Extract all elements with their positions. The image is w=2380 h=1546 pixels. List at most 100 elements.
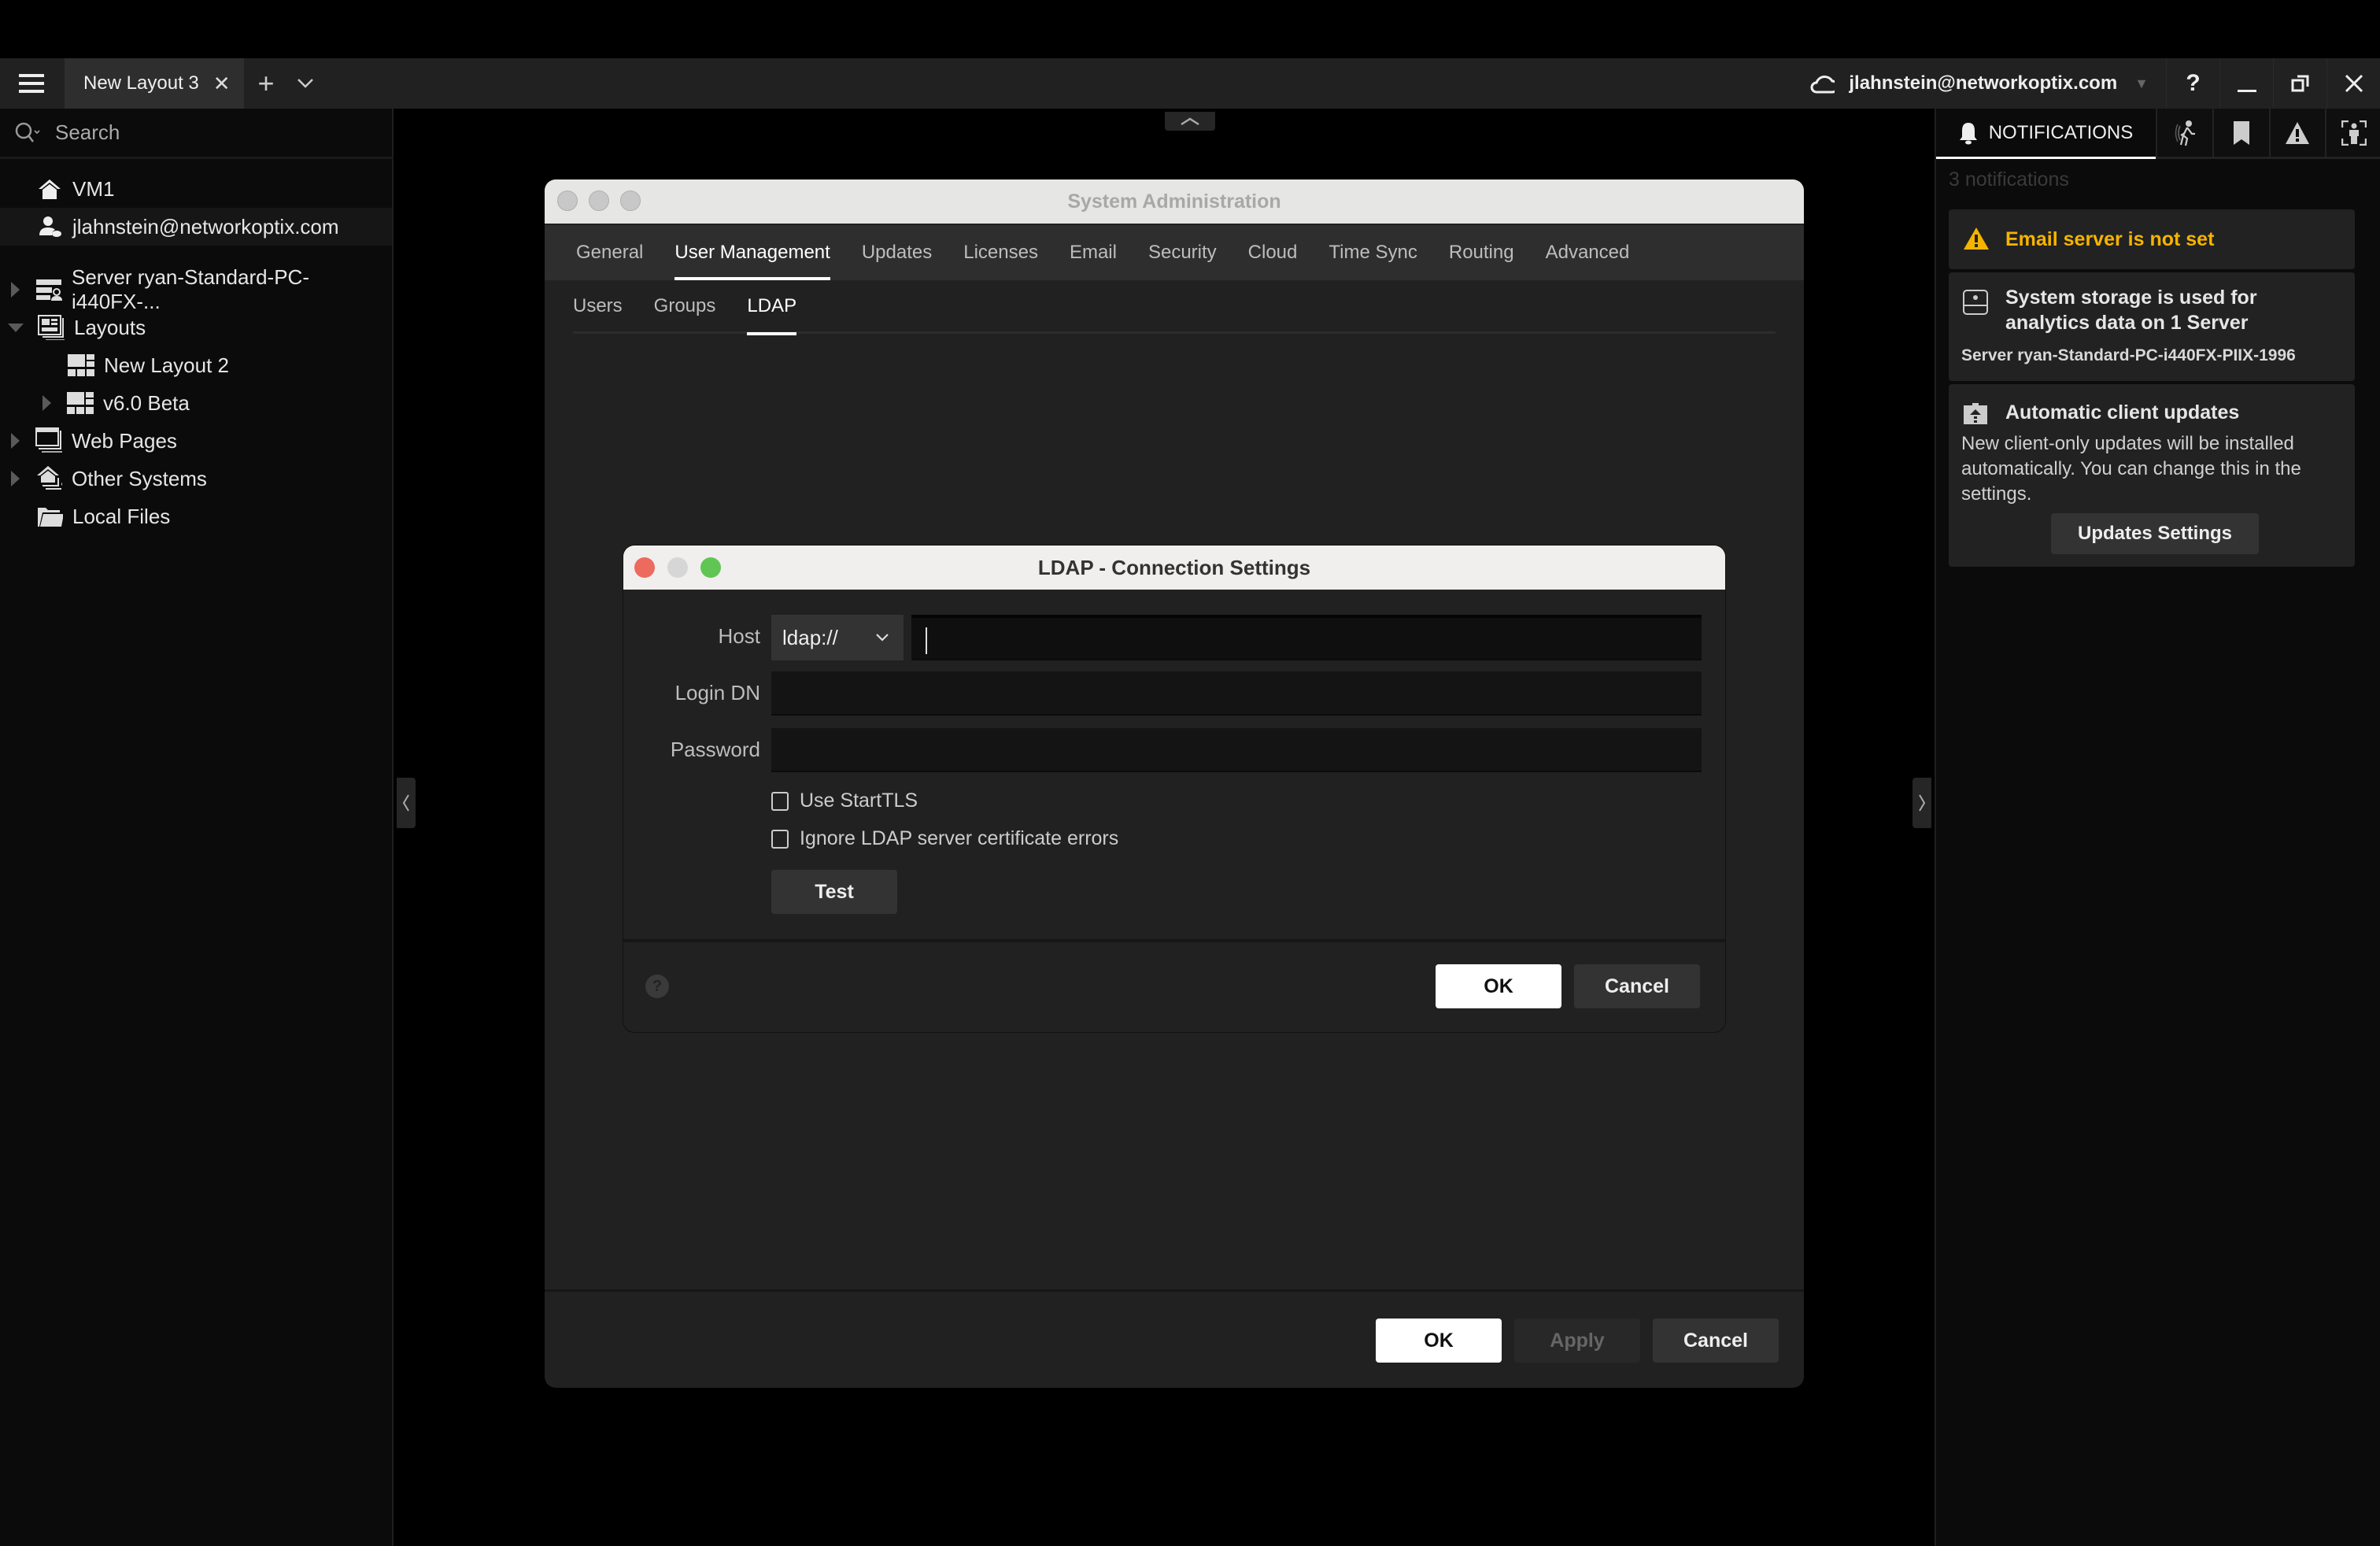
tree-item-label: Layouts <box>74 315 146 339</box>
notification-card-updates[interactable]: Automatic client updates New client-only… <box>1949 384 2355 567</box>
tab-time-sync[interactable]: Time Sync <box>1329 225 1417 280</box>
login-dn-input[interactable] <box>771 671 1702 716</box>
tree-item-other-systems[interactable]: Other Systems <box>0 460 392 497</box>
checkbox-box[interactable] <box>771 829 789 849</box>
resource-tree-panel: Search VM1 jlahnstein@networkoptix.com S… <box>0 109 394 1546</box>
motion-icon <box>2175 120 2195 146</box>
search-icon <box>15 122 40 142</box>
tab-general[interactable]: General <box>576 225 643 280</box>
tree-item-label: Other Systems <box>72 466 207 490</box>
close-window-button[interactable] <box>2326 58 2380 109</box>
tree-item-system[interactable]: VM1 <box>0 170 392 208</box>
tree-item-v6-beta[interactable]: v6.0 Beta <box>0 384 392 422</box>
ldap-cancel-button[interactable]: Cancel <box>1574 964 1700 1008</box>
tab-advanced[interactable]: Advanced <box>1546 225 1630 280</box>
tab-list-button[interactable] <box>290 58 321 109</box>
notification-count: 3 notifications <box>1949 168 2069 190</box>
subtab-ldap[interactable]: LDAP <box>747 279 796 335</box>
account-email: jlahnstein@networkoptix.com <box>1849 72 2118 94</box>
search-input[interactable]: Search <box>55 120 120 145</box>
tree-item-server[interactable]: Server ryan-Standard-PC-i440FX-... <box>0 265 392 313</box>
expand-arrow-icon[interactable] <box>42 395 51 411</box>
collapse-arrow-icon[interactable] <box>8 323 24 332</box>
main-menu-button[interactable] <box>0 58 63 109</box>
tab-new-layout-3[interactable]: New Layout 3 ✕ <box>65 58 244 109</box>
checkbox-box[interactable] <box>771 791 789 811</box>
folder-icon <box>36 504 63 529</box>
bell-icon <box>1959 122 1977 144</box>
tab-notifications[interactable]: NOTIFICATIONS <box>1936 109 2156 159</box>
tree-item-local-files[interactable]: Local Files <box>0 497 392 535</box>
layouts-icon <box>38 315 65 340</box>
host-input[interactable] <box>911 615 1702 660</box>
dialog-window-controls <box>634 557 721 578</box>
help-icon: ? <box>2186 70 2201 96</box>
tree-item-web-pages[interactable]: Web Pages <box>0 422 392 460</box>
right-panel-tabs: NOTIFICATIONS <box>1936 109 2380 159</box>
close-tab-icon[interactable]: ✕ <box>213 72 231 96</box>
add-tab-button[interactable]: + <box>250 58 282 109</box>
tree-item-layouts[interactable]: Layouts <box>0 309 392 346</box>
object-detection-icon <box>2341 120 2367 146</box>
zoom-dialog-dot[interactable] <box>700 557 721 578</box>
tab-bookmarks[interactable] <box>2212 109 2269 159</box>
tab-routing[interactable]: Routing <box>1449 225 1514 280</box>
tab-cloud[interactable]: Cloud <box>1248 225 1298 280</box>
ok-button[interactable]: OK <box>1376 1319 1502 1363</box>
tree-item-new-layout-2[interactable]: New Layout 2 <box>0 346 392 384</box>
updates-settings-button[interactable]: Updates Settings <box>2051 513 2259 554</box>
subtab-users[interactable]: Users <box>573 279 623 333</box>
tab-licenses[interactable]: Licenses <box>963 225 1038 280</box>
server-icon <box>35 277 62 302</box>
storage-icon <box>1963 290 1988 315</box>
tab-updates[interactable]: Updates <box>862 225 932 280</box>
web-pages-icon <box>35 427 62 453</box>
tab-user-management[interactable]: User Management <box>674 225 831 280</box>
tree-item-label: Server ryan-Standard-PC-i440FX-... <box>72 265 309 313</box>
expand-arrow-icon[interactable] <box>11 282 20 298</box>
timeline-toggle-button[interactable] <box>1165 112 1215 131</box>
search-box[interactable]: Search <box>0 109 394 159</box>
notification-card-storage[interactable]: System storage is used for analytics dat… <box>1949 272 2355 381</box>
cancel-button[interactable]: Cancel <box>1653 1319 1779 1363</box>
subtab-groups[interactable]: Groups <box>654 279 716 333</box>
help-button[interactable]: ? <box>2166 58 2219 109</box>
zoom-window-dot[interactable] <box>620 190 641 211</box>
minimize-dialog-dot[interactable] <box>667 557 688 578</box>
scheme-select[interactable]: ldap:// <box>771 615 904 660</box>
minimize-window-dot[interactable] <box>589 190 609 211</box>
tree-item-label: VM1 <box>72 176 115 201</box>
restore-button[interactable] <box>2273 58 2326 109</box>
test-button[interactable]: Test <box>771 870 897 914</box>
right-panel-toggle-button[interactable] <box>1913 778 1931 828</box>
tab-email[interactable]: Email <box>1070 225 1117 280</box>
password-input[interactable] <box>771 728 1702 772</box>
window-title-bar[interactable]: System Administration <box>545 179 1804 224</box>
minimize-button[interactable] <box>2219 58 2273 109</box>
expand-arrow-icon[interactable] <box>11 471 20 486</box>
ldap-connection-settings-dialog: LDAP - Connection Settings Host ldap:// … <box>623 546 1725 1032</box>
cloud-icon <box>1810 76 1835 94</box>
account-menu[interactable]: jlahnstein@networkoptix.com ▼ <box>1810 58 2149 109</box>
notification-card-email[interactable]: Email server is not set <box>1949 209 2355 269</box>
tree-item-user[interactable]: jlahnstein@networkoptix.com <box>0 208 392 246</box>
close-dialog-dot[interactable] <box>634 557 655 578</box>
tab-label: NOTIFICATIONS <box>1988 121 2134 143</box>
tab-events[interactable] <box>2268 109 2326 159</box>
close-window-dot[interactable] <box>557 190 578 211</box>
dialog-title-bar[interactable]: LDAP - Connection Settings <box>623 546 1725 590</box>
apply-button[interactable]: Apply <box>1514 1319 1640 1363</box>
expand-arrow-icon[interactable] <box>11 433 20 449</box>
user-management-subtabs: Users Groups LDAP <box>573 279 1776 335</box>
tab-security[interactable]: Security <box>1148 225 1217 280</box>
ldap-ok-button[interactable]: OK <box>1436 964 1561 1008</box>
left-panel-toggle-button[interactable] <box>397 778 416 828</box>
tab-motion[interactable] <box>2156 109 2212 159</box>
ignore-cert-errors-checkbox[interactable]: Ignore LDAP server certificate errors <box>771 827 1118 850</box>
chevron-left-icon <box>402 794 409 812</box>
checkbox-label: Use StartTLS <box>800 790 918 812</box>
tab-objects[interactable] <box>2325 109 2380 159</box>
use-starttls-checkbox[interactable]: Use StartTLS <box>771 790 918 812</box>
host-label: Host <box>718 624 760 648</box>
help-icon[interactable]: ? <box>645 975 669 998</box>
